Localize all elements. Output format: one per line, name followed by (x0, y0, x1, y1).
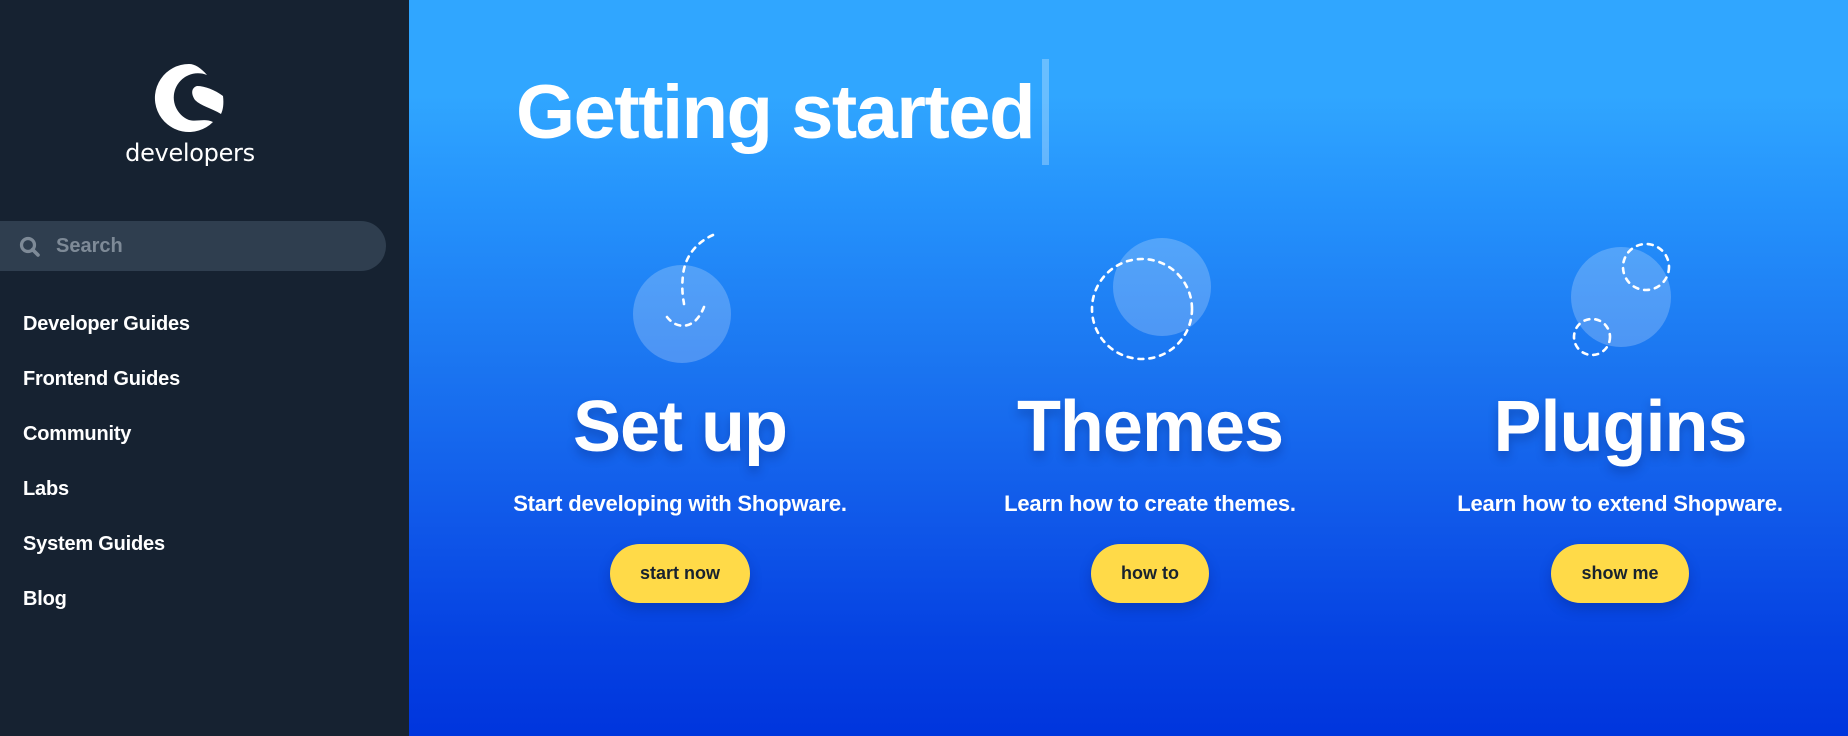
logo[interactable]: developers (0, 0, 380, 175)
sidebar: developers Developer Guides Frontend Gui… (0, 0, 409, 736)
card-plugins: Plugins Learn how to extend Shopware. sh… (1400, 385, 1840, 603)
search-box[interactable] (0, 221, 386, 271)
card-title: Plugins (1493, 387, 1747, 467)
sidebar-item-frontend-guides[interactable]: Frontend Guides (23, 367, 190, 422)
start-now-button[interactable]: start now (609, 544, 750, 603)
card-subtitle: Learn how to extend Shopware. (1457, 491, 1783, 516)
page-title: Getting started (516, 70, 1036, 155)
card-setup: Set up Start developing with Shopware. s… (460, 385, 900, 603)
title-cursor (1042, 59, 1049, 165)
main-content: Getting started Set up Start developing … (409, 0, 1848, 736)
shopware-logo-icon (154, 63, 224, 132)
sidebar-item-system-guides[interactable]: System Guides (23, 532, 190, 587)
illustrations (633, 233, 1671, 363)
card-subtitle: Learn how to create themes. (1004, 491, 1296, 516)
search-icon (19, 236, 40, 257)
card-title: Themes (1016, 387, 1284, 467)
plugins-illustration-icon (1571, 242, 1671, 357)
logo-text: developers (125, 139, 255, 167)
how-to-button[interactable]: how to (1091, 544, 1209, 603)
card-themes: Themes Learn how to create themes. how t… (930, 385, 1370, 603)
sidebar-item-labs[interactable]: Labs (23, 477, 190, 532)
sidebar-item-community[interactable]: Community (23, 422, 190, 477)
show-me-button[interactable]: show me (1551, 544, 1689, 603)
search-input[interactable] (56, 221, 366, 271)
sidebar-nav: Developer Guides Frontend Guides Communi… (23, 312, 190, 642)
sidebar-item-developer-guides[interactable]: Developer Guides (23, 312, 190, 367)
card-subtitle: Start developing with Shopware. (513, 491, 847, 516)
card-title: Set up (572, 387, 788, 467)
themes-illustration-icon (1090, 238, 1211, 361)
sidebar-item-blog[interactable]: Blog (23, 587, 190, 642)
setup-illustration-icon (633, 233, 731, 363)
